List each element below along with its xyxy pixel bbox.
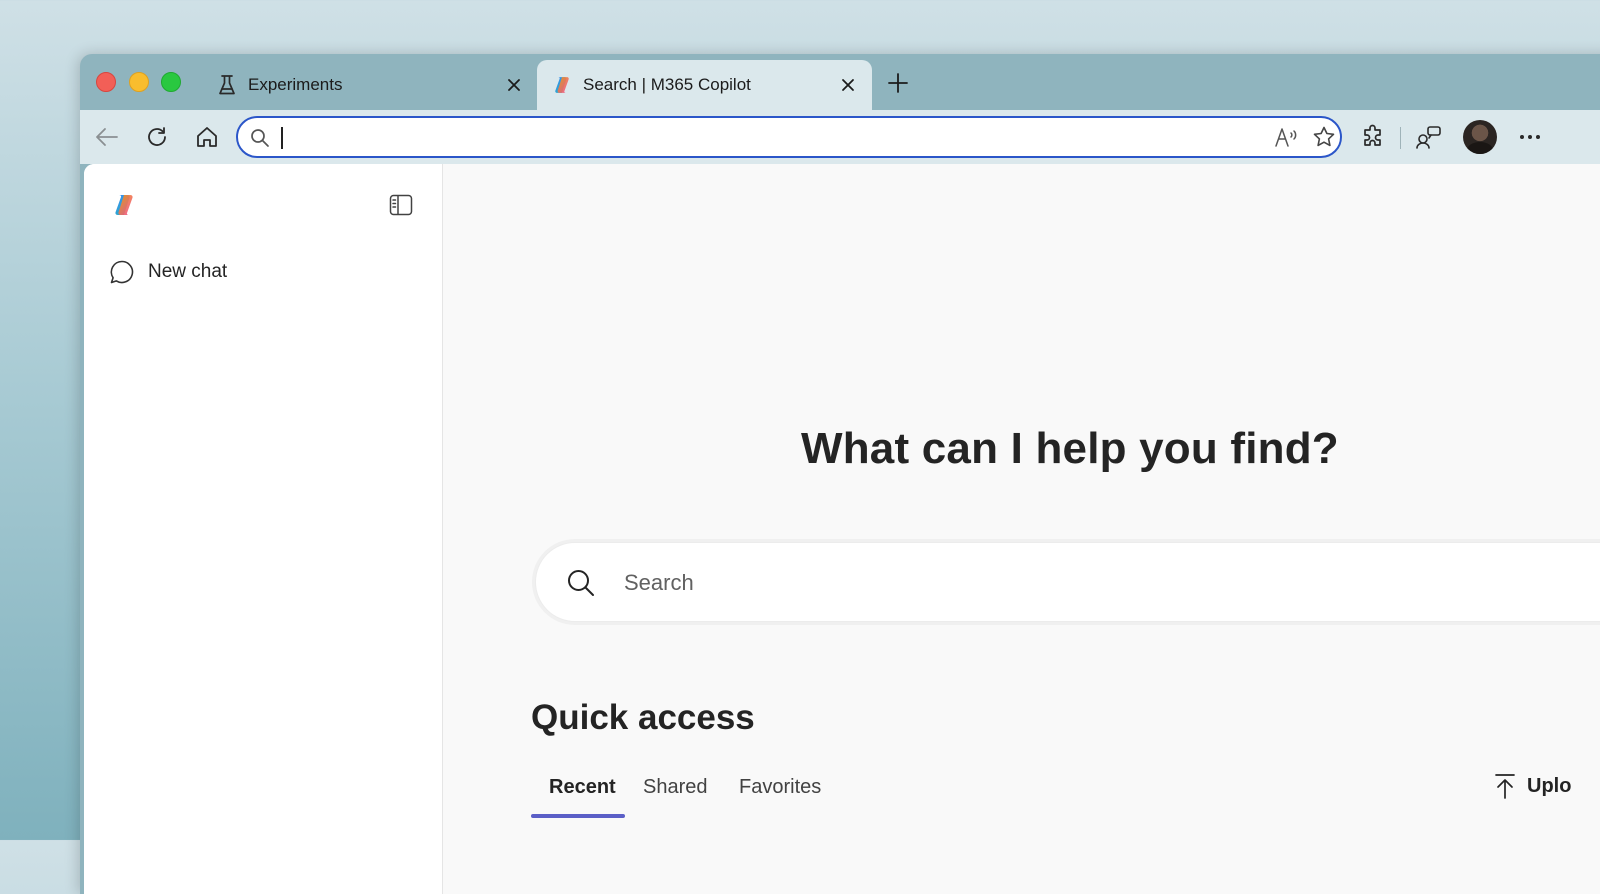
read-aloud-icon[interactable] — [1274, 126, 1300, 153]
text-caret — [281, 127, 283, 149]
tab-experiments[interactable]: Experiments — [202, 60, 538, 110]
search-input[interactable] — [624, 565, 1524, 601]
collections-button[interactable] — [1414, 122, 1444, 152]
page-content: New chat What can I help you find? Quick… — [84, 164, 1600, 894]
sidebar: New chat — [84, 164, 443, 894]
browser-window: Experiments Search | M365 Copilot New ch… — [80, 54, 1600, 894]
active-tab-indicator — [531, 814, 625, 818]
search-icon — [250, 128, 270, 153]
tab-strip: Experiments Search | M365 Copilot — [80, 54, 1600, 110]
minimize-window-button[interactable] — [129, 72, 149, 92]
tab-label: Experiments — [248, 75, 343, 94]
new-tab-button[interactable] — [885, 70, 911, 96]
profile-avatar[interactable] — [1463, 120, 1497, 154]
avatar-figure — [1467, 142, 1493, 154]
sidebar-toggle-icon[interactable] — [388, 192, 414, 218]
page-heading: What can I help you find? — [801, 424, 1339, 473]
upload-arrow-icon — [1493, 772, 1517, 800]
upload-label: Uplo — [1527, 774, 1572, 797]
search-icon — [566, 568, 596, 603]
close-tab-icon[interactable] — [504, 75, 524, 95]
tab-favorites[interactable]: Favorites — [739, 776, 821, 799]
new-chat-button[interactable]: New chat — [108, 256, 227, 288]
tab-recent[interactable]: Recent — [549, 776, 616, 799]
chat-bubble-icon — [108, 258, 136, 286]
extensions-button[interactable] — [1358, 122, 1388, 152]
tab-m365-copilot[interactable]: Search | M365 Copilot — [537, 60, 872, 110]
search-box[interactable] — [535, 542, 1600, 622]
tab-shared[interactable]: Shared — [643, 776, 708, 799]
upload-button[interactable]: Uplo — [1493, 772, 1571, 800]
browser-toolbar — [80, 110, 1600, 164]
toolbar-separator — [1400, 127, 1401, 149]
favorite-star-icon[interactable] — [1312, 125, 1336, 154]
address-bar[interactable] — [236, 116, 1342, 158]
close-window-button[interactable] — [96, 72, 116, 92]
quick-access-title: Quick access — [531, 698, 755, 737]
back-button[interactable] — [92, 122, 122, 152]
main-area: What can I help you find? Quick access R… — [443, 164, 1600, 894]
more-options-icon[interactable] — [1515, 122, 1545, 152]
home-button[interactable] — [192, 122, 222, 152]
copilot-logo-icon — [551, 74, 573, 96]
zoom-window-button[interactable] — [161, 72, 181, 92]
reload-button[interactable] — [142, 122, 172, 152]
close-tab-icon[interactable] — [838, 75, 858, 95]
address-input[interactable] — [278, 123, 1258, 151]
tab-label: Search | M365 Copilot — [583, 75, 751, 94]
new-chat-label: New chat — [148, 261, 228, 282]
flask-icon — [216, 74, 238, 96]
copilot-logo-icon[interactable] — [110, 191, 138, 219]
